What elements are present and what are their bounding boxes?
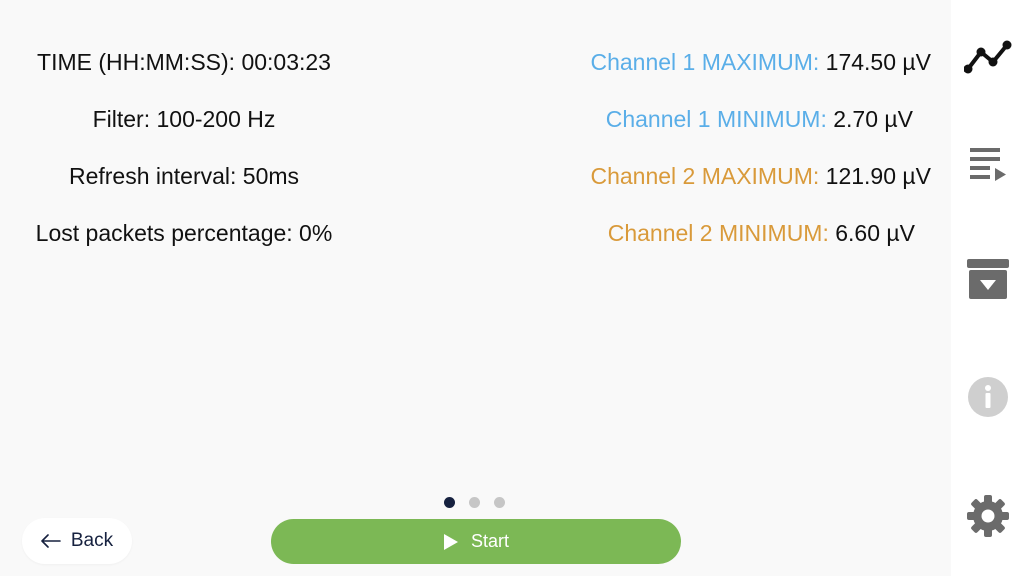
sidebar <box>951 0 1024 576</box>
app-window: TIME (HH:MM:SS): 00:03:23 Filter: 100-20… <box>0 0 1024 576</box>
channel1-max-value: 174.50 µV <box>825 49 931 75</box>
page-indicator <box>444 497 505 508</box>
playlist-play-icon <box>969 148 1006 181</box>
channel1-max-stat: Channel 1 MAXIMUM: 174.50 µV <box>590 48 931 76</box>
arrow-left-icon <box>41 534 61 548</box>
start-button[interactable]: Start <box>271 519 681 564</box>
channel2-min-stat: Channel 2 MINIMUM: 6.60 µV <box>608 219 915 247</box>
page-dot-1[interactable] <box>444 497 455 508</box>
gear-icon <box>966 495 1009 537</box>
info-icon <box>967 377 1008 417</box>
back-button[interactable]: Back <box>22 518 132 564</box>
channel2-max-stat: Channel 2 MAXIMUM: 121.90 µV <box>590 162 931 190</box>
channel1-min-label: Channel 1 MINIMUM: <box>605 106 827 132</box>
lost-packets-readout: Lost packets percentage: 0% <box>35 220 333 246</box>
back-button-label: Back <box>70 530 114 551</box>
start-button-label: Start <box>470 531 509 551</box>
page-dot-3[interactable] <box>494 497 505 508</box>
play-icon <box>443 533 458 550</box>
filter-readout: Filter: 100-200 Hz <box>92 106 276 132</box>
sidebar-item-settings[interactable] <box>951 486 1024 546</box>
archive-download-icon <box>966 259 1009 299</box>
channel2-min-value: 6.60 µV <box>835 220 915 246</box>
channel2-min-label: Channel 2 MINIMUM: <box>607 220 829 246</box>
chart-line-icon <box>963 40 1011 74</box>
page-dot-2[interactable] <box>469 497 480 508</box>
sidebar-item-archive[interactable] <box>951 249 1024 309</box>
sidebar-item-playlist[interactable] <box>951 133 1024 193</box>
channel2-max-value: 121.90 µV <box>825 163 931 189</box>
channel1-max-label: Channel 1 MAXIMUM: <box>590 49 820 75</box>
refresh-interval-readout: Refresh interval: 50ms <box>68 163 300 189</box>
channel1-min-stat: Channel 1 MINIMUM: 2.70 µV <box>606 105 913 133</box>
main-panel: TIME (HH:MM:SS): 00:03:23 Filter: 100-20… <box>0 0 951 576</box>
channel1-min-value: 2.70 µV <box>833 106 913 132</box>
sidebar-item-chart[interactable] <box>951 27 1024 87</box>
time-readout: TIME (HH:MM:SS): 00:03:23 <box>37 49 331 75</box>
channel2-max-label: Channel 2 MAXIMUM: <box>590 163 820 189</box>
sidebar-item-info[interactable] <box>951 367 1024 427</box>
